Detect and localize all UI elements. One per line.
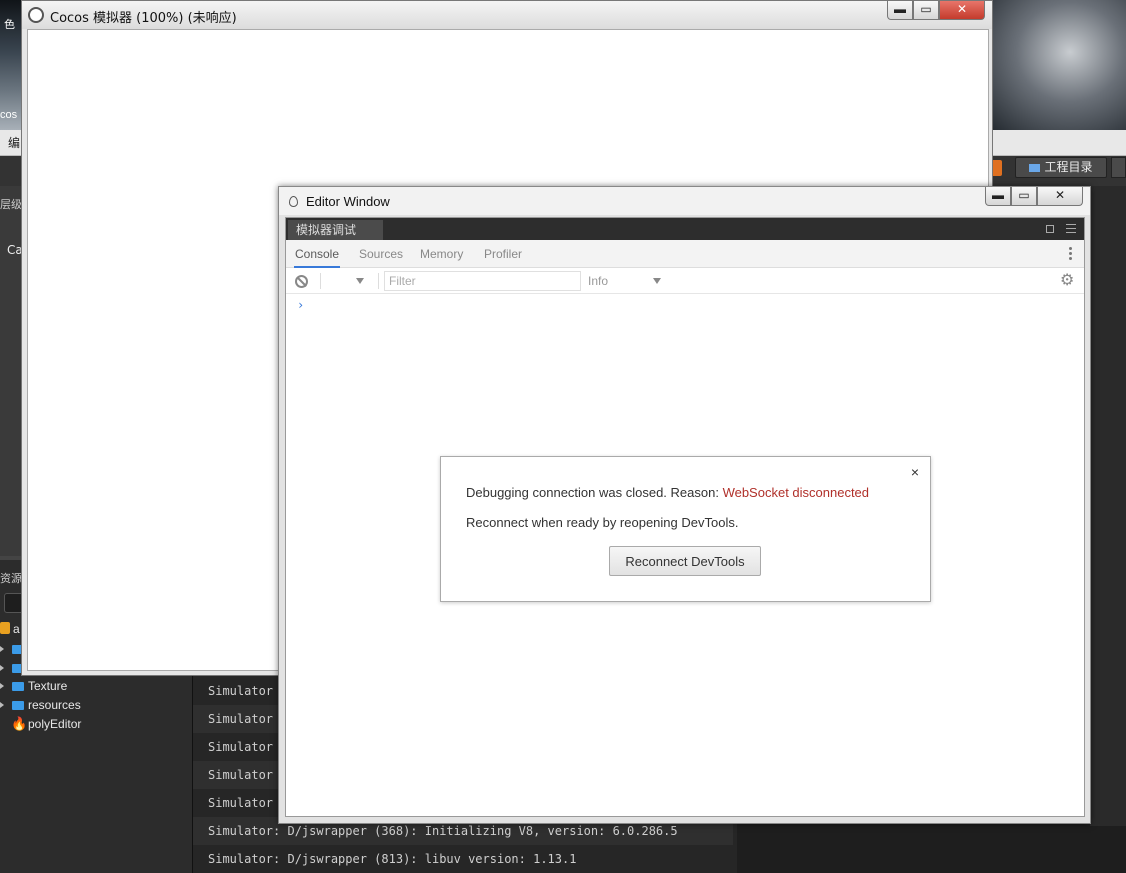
folder-icon [1029, 163, 1041, 172]
clear-console-icon[interactable] [295, 275, 308, 288]
asset-label: Texture [28, 679, 68, 693]
filter-input[interactable] [384, 271, 581, 291]
flame-icon: 🔥 [11, 716, 28, 731]
devtools-panel-tabs: Console Sources Memory Profiler [286, 240, 1084, 268]
close-button[interactable]: ✕ [939, 1, 985, 20]
cocos-app-icon [28, 7, 44, 23]
asset-item[interactable]: Texture [0, 677, 190, 695]
simulator-titlebar[interactable]: Cocos 模拟器 (100%) (未响应) ▬ ▭ ✕ [22, 1, 992, 29]
log-level-select[interactable]: Info [588, 271, 608, 291]
asset-item[interactable]: resources [0, 696, 190, 714]
more-options-icon[interactable] [1069, 247, 1072, 261]
dialog-hint: Reconnect when ready by reopening DevToo… [466, 515, 739, 530]
project-dir-label: 工程目录 [1044, 160, 1093, 174]
dialog-message: Debugging connection was closed. Reason:… [466, 485, 869, 500]
asset-label: polyEditor [28, 717, 82, 731]
tab-console[interactable]: Console [294, 240, 340, 268]
gear-icon[interactable]: ⚙ [1060, 273, 1076, 289]
expand-icon[interactable] [0, 683, 4, 689]
desktop-icon-label: 色 [4, 19, 15, 31]
popout-icon[interactable] [1046, 225, 1054, 233]
desktop-icon-label: cos [0, 109, 18, 121]
close-button[interactable]: ✕ [1037, 187, 1083, 206]
devtools-tab-bar: 模拟器调试 [286, 218, 1084, 240]
folder-icon [12, 701, 24, 710]
folder-icon [12, 682, 24, 691]
menu-item-edit[interactable]: 编 [8, 134, 20, 151]
hierarchy-header: 层级 [0, 198, 22, 211]
maximize-button[interactable]: ▭ [1011, 187, 1037, 206]
window-controls: ▬ ▭ ✕ [887, 1, 985, 21]
asset-root-label: a [13, 622, 20, 636]
inspector-panel [737, 820, 1126, 873]
asset-item[interactable]: 🔥 polyEditor [0, 715, 190, 733]
expand-icon[interactable] [0, 702, 4, 708]
asset-label: resources [28, 698, 81, 712]
connection-closed-dialog: × Debugging connection was closed. Reaso… [440, 456, 931, 602]
disconnect-reason: WebSocket disconnected [722, 485, 870, 500]
menu-icon[interactable] [1066, 224, 1076, 233]
tab-profiler[interactable]: Profiler [484, 240, 522, 268]
minimize-button[interactable]: ▬ [887, 1, 913, 20]
close-icon[interactable]: × [911, 464, 919, 480]
expand-icon[interactable] [0, 646, 4, 652]
dialog-message-text: Debugging connection was closed. Reason: [466, 485, 723, 500]
tab-sources[interactable]: Sources [359, 240, 403, 268]
divider [378, 273, 379, 289]
tab-memory[interactable]: Memory [420, 240, 463, 268]
inspector-strip [1090, 186, 1126, 826]
editor-window: Editor Window ▬ ▭ ✕ 模拟器调试 Console Source… [278, 186, 1091, 824]
tab-simulator-debug[interactable]: 模拟器调试 [288, 220, 383, 240]
console-toolbar: Info ⚙ [286, 268, 1084, 294]
minimize-button[interactable]: ▬ [985, 187, 1011, 206]
editor-window-titlebar[interactable]: Editor Window ▬ ▭ ✕ [279, 187, 1090, 215]
devtools: 模拟器调试 Console Sources Memory Profiler In… [285, 217, 1085, 817]
console-line: Simulator: D/jswrapper (813): libuv vers… [208, 852, 577, 866]
window-controls: ▬ ▭ ✕ [985, 187, 1083, 207]
context-dropdown-icon[interactable] [356, 278, 364, 284]
chevron-down-icon[interactable] [653, 278, 661, 284]
editor-window-title: Editor Window [306, 194, 390, 209]
toolbar-button-stub[interactable] [1111, 157, 1126, 178]
expand-icon[interactable] [0, 665, 4, 671]
reconnect-devtools-button[interactable]: Reconnect DevTools [609, 546, 761, 576]
maximize-button[interactable]: ▭ [913, 1, 939, 20]
drop-icon [289, 196, 298, 207]
divider [320, 273, 321, 289]
project-dir-button[interactable]: 工程目录 [1015, 157, 1107, 178]
console-prompt[interactable]: › [297, 298, 304, 312]
simulator-title: Cocos 模拟器 (100%) (未响应) [50, 11, 237, 26]
db-icon [0, 622, 10, 634]
